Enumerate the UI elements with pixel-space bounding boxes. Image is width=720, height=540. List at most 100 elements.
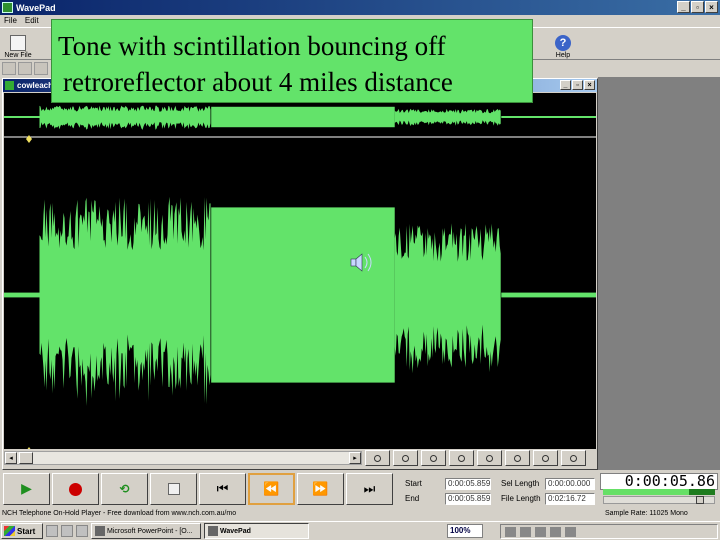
vertical-zoom-out-icon xyxy=(542,454,549,462)
vertical-zoom-in-button[interactable] xyxy=(505,450,530,466)
wavepad-task-icon xyxy=(208,526,218,536)
zoom-out-button[interactable] xyxy=(393,450,418,466)
main-cursor-marker[interactable] xyxy=(26,447,32,449)
waveform-svg xyxy=(4,105,596,449)
end-label: End xyxy=(405,494,420,503)
position-slider-thumb[interactable] xyxy=(695,496,704,504)
close-button[interactable]: × xyxy=(705,1,718,13)
document-minimize-button[interactable]: _ xyxy=(560,80,571,90)
new-file-button[interactable]: New File xyxy=(2,31,34,59)
file-length-label: File Length xyxy=(501,494,541,503)
tray-icon-3[interactable] xyxy=(535,526,546,537)
zoom-in-button[interactable] xyxy=(365,450,390,466)
effect-button-1[interactable] xyxy=(2,62,16,75)
document-title: cowleach xyxy=(17,81,54,90)
scroll-right-button[interactable]: ▸ xyxy=(349,452,361,464)
scroll-thumb[interactable] xyxy=(19,452,33,464)
fast-forward-button[interactable]: ⏩ xyxy=(297,473,344,505)
vertical-zoom-out-button[interactable] xyxy=(533,450,558,466)
caption-line-1: Tone with scintillation bouncing off xyxy=(58,31,446,61)
quicklaunch-desktop-icon[interactable] xyxy=(46,525,58,537)
record-icon xyxy=(69,482,82,496)
time-readout: 0:00:05.86 xyxy=(600,473,718,490)
windows-taskbar: Start Microsoft PowerPoint - [O... WaveP… xyxy=(0,521,720,540)
task-powerpoint[interactable]: Microsoft PowerPoint - [O... xyxy=(91,523,201,539)
waveform-display[interactable] xyxy=(4,93,596,449)
overview-segment-leading-quiet xyxy=(4,116,40,118)
caption-line-2: retroreflector about 4 miles distance xyxy=(63,67,453,97)
scroll-left-button[interactable]: ◂ xyxy=(5,452,17,464)
help-icon: ? xyxy=(555,35,571,51)
play-icon: ▶ xyxy=(21,481,32,497)
sample-rate-status: Sample Rate: 11025 Mono xyxy=(605,510,688,517)
rewind-icon: ⏪ xyxy=(263,481,280,497)
start-button[interactable]: Start xyxy=(1,523,43,539)
new-file-icon xyxy=(10,35,26,51)
record-button[interactable] xyxy=(52,473,99,505)
main-segment-scintillation-1 xyxy=(39,196,211,406)
main-segment-leading-quiet xyxy=(4,292,40,298)
stop-icon xyxy=(167,483,180,495)
effect-button-3[interactable] xyxy=(34,62,48,75)
zoom-fit-button[interactable] xyxy=(449,450,474,466)
overview-segment-steady-tone xyxy=(211,106,395,128)
tray-icon-1[interactable] xyxy=(505,526,516,537)
overview-segment-trailing-quiet xyxy=(501,116,596,118)
play-button[interactable]: ▶ xyxy=(3,473,50,505)
rewind-button[interactable]: ⏪ xyxy=(248,473,295,505)
overview-segment-scintillation-1 xyxy=(39,105,211,130)
stop-button[interactable] xyxy=(150,473,197,505)
overview-cursor-marker[interactable] xyxy=(26,135,32,143)
mdi-background xyxy=(598,77,720,470)
start-label: Start xyxy=(17,526,36,536)
tray-icon-4[interactable] xyxy=(550,526,561,537)
quicklaunch-explorer-icon[interactable] xyxy=(76,525,88,537)
help-button[interactable]: ? Help xyxy=(547,31,579,59)
go-to-start-button[interactable]: ⏮ xyxy=(199,473,246,505)
wave-file-icon xyxy=(5,81,14,90)
zoom-full-button[interactable] xyxy=(477,450,502,466)
maximize-button[interactable]: ▫ xyxy=(691,1,704,13)
zoom-in-icon xyxy=(374,454,381,462)
overview-segment-scintillation-2 xyxy=(394,108,501,126)
system-tray xyxy=(500,524,718,539)
level-meter-fill xyxy=(603,489,690,495)
vertical-zoom-reset-button[interactable] xyxy=(561,450,586,466)
end-field[interactable]: 0:00:05.859 xyxy=(445,493,491,505)
zoom-percent[interactable]: 100% xyxy=(447,524,483,538)
level-meter xyxy=(603,489,715,495)
status-bar: NCH Telephone On-Hold Player - Free down… xyxy=(0,507,720,520)
zoom-full-icon xyxy=(486,454,493,462)
tray-icon-2[interactable] xyxy=(520,526,531,537)
waveform-scrollbar[interactable]: ◂ ▸ xyxy=(4,451,362,465)
task-wavepad[interactable]: WavePad xyxy=(204,523,309,539)
effect-button-2[interactable] xyxy=(18,62,32,75)
menu-edit[interactable]: Edit xyxy=(21,15,43,27)
sel-length-label: Sel Length xyxy=(501,479,540,488)
minimize-button[interactable]: _ xyxy=(677,1,690,13)
selection-panel: Start 0:00:05.859 End 0:00:05.859 Sel Le… xyxy=(400,474,598,506)
sel-length-field[interactable]: 0:00:00.000 xyxy=(545,478,595,490)
window-title: WavePad xyxy=(16,2,56,13)
windows-logo-icon xyxy=(4,526,15,536)
vertical-zoom-in-icon xyxy=(514,454,521,462)
start-field[interactable]: 0:00:05.859 xyxy=(445,478,491,490)
document-close-button[interactable]: × xyxy=(584,80,595,90)
title-bar: WavePad _ ▫ × xyxy=(0,0,720,15)
quicklaunch-browser-icon[interactable] xyxy=(61,525,73,537)
menu-file[interactable]: File xyxy=(0,15,21,27)
zoom-selection-icon xyxy=(430,454,437,462)
position-slider[interactable] xyxy=(603,496,715,504)
file-length-field: 0:02:16.72 xyxy=(545,493,595,505)
main-segment-trailing-quiet xyxy=(501,292,596,298)
task-wavepad-label: WavePad xyxy=(220,527,251,535)
zoom-toolbar xyxy=(365,450,586,466)
document-maximize-button[interactable]: ▫ xyxy=(572,80,583,90)
main-segment-steady-tone xyxy=(211,207,395,383)
go-to-end-button[interactable]: ⏭ xyxy=(346,473,393,505)
tray-icon-5[interactable] xyxy=(565,526,576,537)
zoom-out-icon xyxy=(402,454,409,462)
zoom-selection-button[interactable] xyxy=(421,450,446,466)
loop-button[interactable]: ⟲ xyxy=(101,473,148,505)
transport-controls: ▶ ⟲ ⏮ ⏪ ⏩ ⏭ xyxy=(0,472,400,506)
